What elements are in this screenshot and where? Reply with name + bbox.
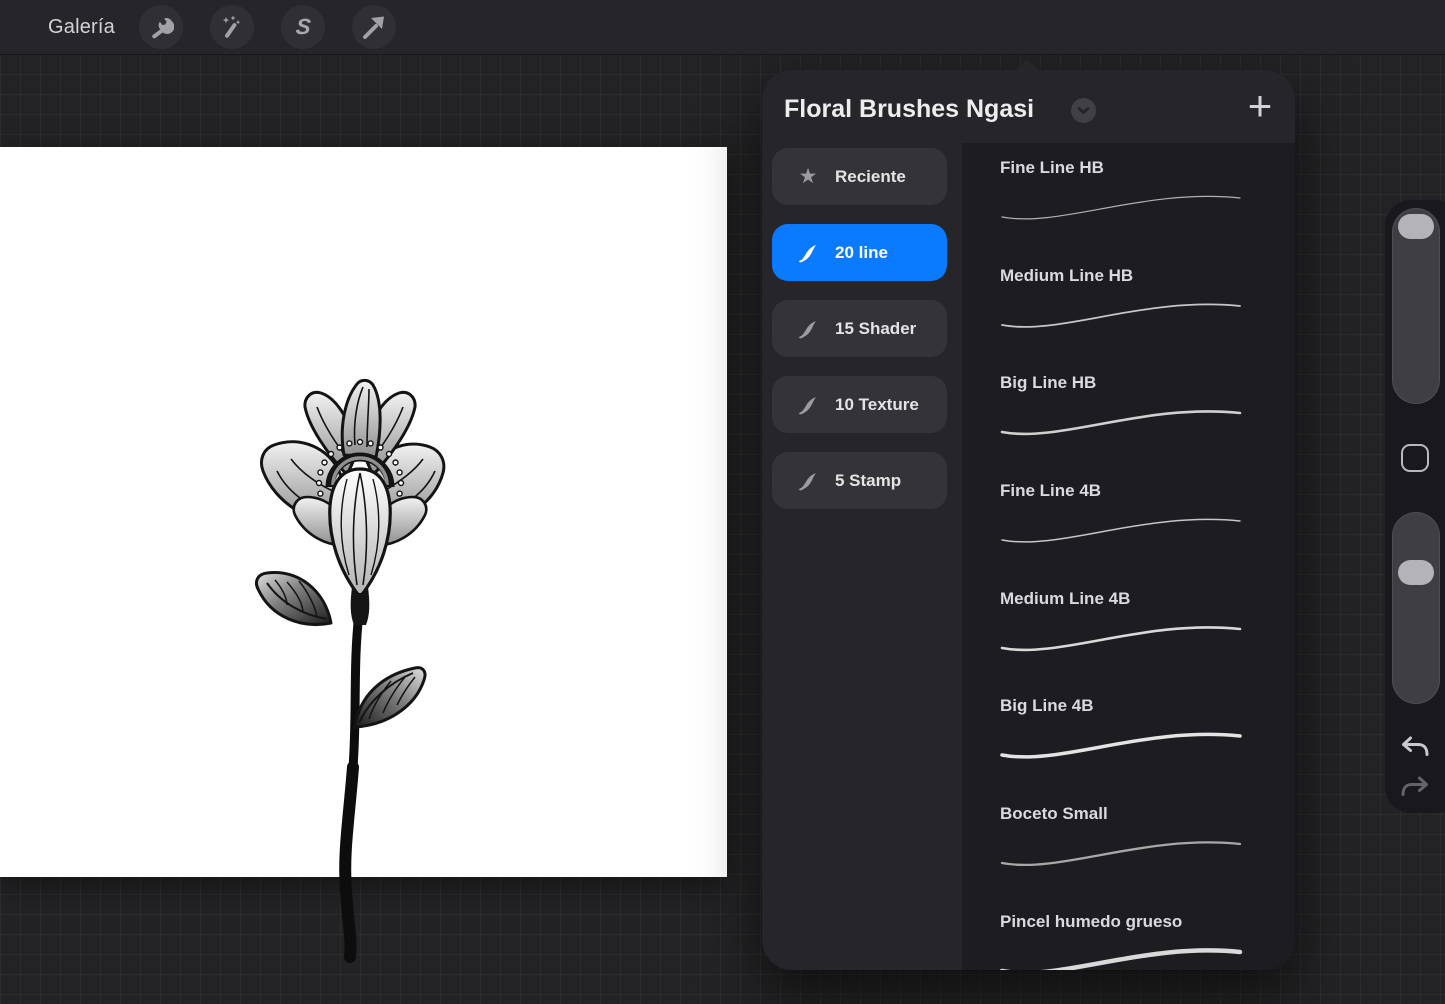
brush-name: Big Line HB [1000,373,1096,393]
actions-button[interactable] [139,5,183,49]
brush-category-label: 15 Shader [835,319,916,339]
top-toolbar: Galería S [0,0,1445,54]
brush-category-item[interactable]: 5 Stamp [772,452,947,509]
brush-stroke-icon [796,318,820,340]
adjustments-button[interactable] [210,5,254,49]
brush-stroke-preview [996,396,1248,448]
undo-icon [1400,748,1430,765]
brush-name: Boceto Small [1000,804,1108,824]
brush-category-item[interactable]: 20 line [772,224,947,281]
brush-category-list: ★ Reciente 20 line 15 Shader [772,148,947,509]
brush-list-item[interactable]: Big Line 4B [962,681,1295,789]
star-icon: ★ [796,166,820,187]
brush-name: Medium Line 4B [1000,589,1130,609]
brush-stroke-preview [996,935,1248,970]
plus-icon: + [1248,85,1273,127]
brush-stroke-preview [996,504,1248,556]
brush-stroke-icon [796,470,820,492]
brush-set-title: Floral Brushes Ngasi [784,95,1034,124]
brush-name: Fine Line 4B [1000,481,1101,501]
brush-stroke-icon [796,394,820,416]
brush-opacity-handle[interactable] [1398,560,1434,585]
redo-icon [1400,788,1430,805]
magic-wand-icon [219,14,245,40]
brush-category-item[interactable]: ★ Reciente [772,148,947,205]
transform-arrow-icon [361,14,387,40]
redo-button[interactable] [1400,775,1430,801]
brush-stroke-preview [996,612,1248,664]
brush-list-item[interactable]: Fine Line HB [962,143,1295,251]
selection-button[interactable]: S [281,5,325,49]
chevron-down-icon [1077,102,1090,120]
brush-name: Pincel humedo grueso [1000,912,1182,932]
wrench-icon [148,14,174,40]
brush-stroke-preview [996,181,1248,233]
sidebar [1385,200,1445,813]
brush-library-panel: Floral Brushes Ngasi + ★ Reciente [762,70,1295,970]
gallery-button[interactable]: Galería [48,16,115,39]
brush-list-item[interactable]: Big Line HB [962,358,1295,466]
brush-opacity-slider[interactable] [1392,512,1440,704]
brush-category-label: Reciente [835,167,906,187]
brush-list-item[interactable]: Medium Line 4B [962,574,1295,682]
brush-size-handle[interactable] [1398,214,1434,239]
brush-list-item[interactable]: Medium Line HB [962,251,1295,359]
brush-name: Fine Line HB [1000,158,1104,178]
brush-stroke-preview [996,719,1248,771]
brush-list: Fine Line HB Medium Line HB Big Line HB [962,143,1295,970]
brush-list-item[interactable]: Pincel humedo grueso [962,897,1295,970]
brush-name: Big Line 4B [1000,696,1094,716]
brush-category-item[interactable]: 10 Texture [772,376,947,433]
brush-stroke-icon [796,242,820,264]
brush-category-label: 10 Texture [835,395,919,415]
brush-category-label: 5 Stamp [835,471,901,491]
selection-s-icon: S [294,14,311,40]
brush-name: Medium Line HB [1000,266,1133,286]
brush-set-dropdown[interactable] [1071,98,1096,123]
modify-button[interactable] [1401,444,1429,472]
brush-list-item[interactable]: Fine Line 4B [962,466,1295,574]
transform-button[interactable] [352,5,396,49]
procreate-app: Galería S [0,0,1445,1004]
brush-category-label: 20 line [835,243,888,263]
brush-stroke-preview [996,827,1248,879]
panel-pointer [1014,59,1040,71]
brush-list-item[interactable]: Boceto Small [962,789,1295,897]
flower-artwork [227,375,457,965]
add-brush-button[interactable]: + [1236,82,1284,130]
brush-stroke-preview [996,289,1248,341]
undo-button[interactable] [1400,735,1430,761]
brush-size-slider[interactable] [1392,208,1440,404]
drawing-canvas[interactable] [0,147,727,877]
brush-category-item[interactable]: 15 Shader [772,300,947,357]
